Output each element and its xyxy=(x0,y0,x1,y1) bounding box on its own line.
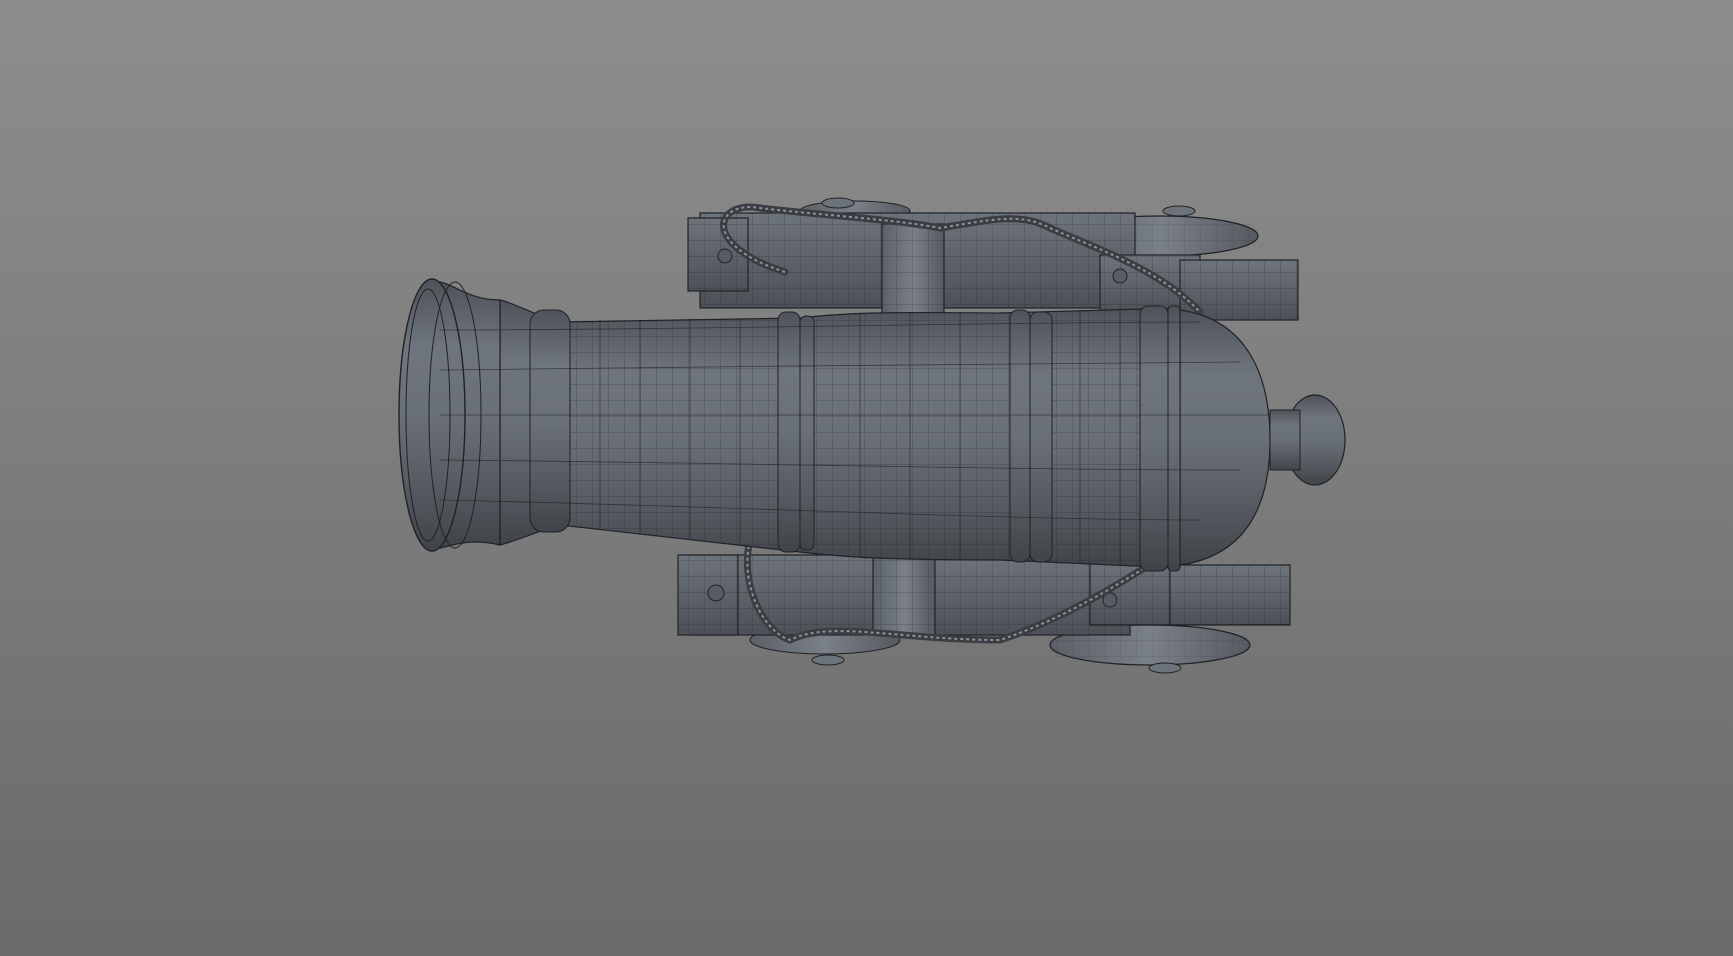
3d-viewport[interactable] xyxy=(0,0,1733,956)
cannon-model-render[interactable] xyxy=(0,0,1733,956)
cannon-barrel[interactable] xyxy=(398,278,1346,572)
breech[interactable] xyxy=(1179,309,1271,566)
upper-carriage[interactable] xyxy=(687,197,1299,321)
